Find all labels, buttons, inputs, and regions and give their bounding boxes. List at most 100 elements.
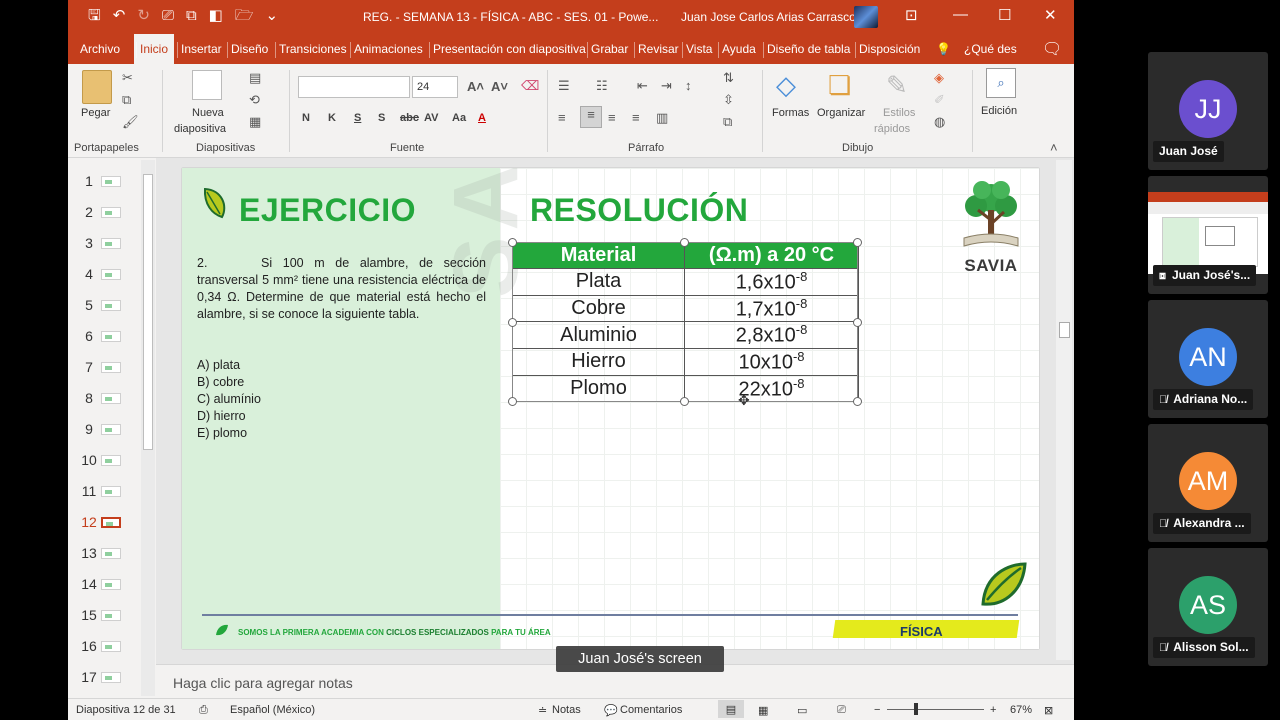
slideshow-view-icon[interactable]: ⎚ [837, 704, 846, 717]
tab-grabar[interactable]: Grabar [591, 42, 628, 56]
shapes-icon[interactable]: ◇ [776, 70, 796, 101]
customize-icon[interactable]: ⌄ [265, 7, 278, 25]
fill-icon[interactable]: ◈ [934, 70, 944, 86]
slide-thumbnail[interactable]: 4 [68, 264, 148, 284]
minimize-icon[interactable]: — [953, 6, 968, 23]
redo-icon[interactable]: ↻ [137, 7, 150, 25]
resize-handle[interactable] [853, 397, 862, 406]
slide-thumbnail[interactable]: 2 [68, 202, 148, 222]
tab--qué-des[interactable]: ¿Qué des [964, 42, 1017, 56]
text-direction-icon[interactable]: ⇅ [723, 70, 734, 86]
normal-view-icon[interactable]: ▤ [718, 700, 744, 718]
resize-handle[interactable] [508, 397, 517, 406]
slide-thumbnail[interactable]: 17 [68, 667, 148, 687]
slide-thumbnail[interactable]: 15 [68, 605, 148, 625]
participant-tile[interactable]: AN 🎙̸ Adriana No... [1148, 300, 1268, 418]
quick-styles-icon[interactable]: ✎ [886, 70, 908, 101]
slide-thumbnail[interactable]: 12 [68, 512, 148, 532]
font-button-6[interactable]: Aa [452, 112, 466, 124]
slide-canvas[interactable]: SAVIA EJERCICIO RESOLUCIÓN 2.Si 100 m de… [182, 168, 1039, 649]
font-button-2[interactable]: S [354, 112, 361, 124]
paste-icon[interactable] [82, 70, 112, 104]
align-center-icon[interactable]: ≡ [580, 106, 602, 128]
resize-handle[interactable] [853, 318, 862, 327]
align-right-icon[interactable]: ≡ [608, 110, 616, 125]
slide-thumbnail[interactable]: 8 [68, 388, 148, 408]
slide-thumbnail[interactable]: 7 [68, 357, 148, 377]
slide-thumbnail[interactable]: 14 [68, 574, 148, 594]
slide-preview[interactable] [101, 517, 121, 528]
layout-icon[interactable]: ▤ [249, 70, 261, 86]
smartart-icon[interactable]: ⧉ [723, 114, 732, 130]
slide-preview[interactable] [101, 300, 121, 311]
open-icon[interactable]: 🗁 [235, 7, 254, 25]
save-icon[interactable]: 🖫 [88, 7, 101, 25]
tab-presentación-con-diapositiva[interactable]: Presentación con diapositiva [433, 42, 586, 56]
tab-diseño-de-tabla[interactable]: Diseño de tabla [767, 42, 850, 56]
new-slide-icon[interactable] [192, 70, 222, 100]
slide-preview[interactable] [101, 548, 121, 559]
user-avatar[interactable] [854, 6, 878, 28]
shapes-button[interactable]: Formas [772, 107, 809, 119]
slide-thumbnail[interactable]: 1 [68, 171, 148, 191]
sorter-view-icon[interactable]: ▦ [758, 704, 768, 717]
resize-handle[interactable] [680, 238, 689, 247]
numbering-icon[interactable]: ☷ [596, 78, 608, 94]
screen-share-tile[interactable]: ⧈ Juan José's... [1148, 176, 1268, 294]
notes-button[interactable]: Notas [552, 704, 581, 716]
tab-disposición[interactable]: Disposición [859, 42, 920, 56]
cut-icon[interactable]: ✂ [122, 70, 133, 86]
zoom-out-icon[interactable]: − [874, 704, 880, 716]
comments-icon[interactable]: 💬 [604, 704, 618, 717]
zoom-in-icon[interactable]: + [990, 704, 996, 716]
close-icon[interactable]: ✕ [1044, 6, 1057, 24]
font-button-4[interactable]: abc [400, 112, 419, 124]
decrease-indent-icon[interactable]: ⇤ [637, 78, 648, 94]
resize-handle[interactable] [680, 397, 689, 406]
tab-transiciones[interactable]: Transiciones [279, 42, 347, 56]
editing-button[interactable]: Edición [981, 105, 1017, 117]
slide-preview[interactable] [101, 176, 121, 187]
maximize-icon[interactable]: ☐ [998, 6, 1011, 24]
slide-scrollbar[interactable] [1056, 160, 1072, 660]
justify-icon[interactable]: ≡ [632, 110, 640, 125]
layout-icon[interactable]: ◧ [209, 7, 223, 25]
user-name[interactable]: Juan Jose Carlos Arias Carrasco [681, 10, 856, 24]
paste-button[interactable]: Pegar [81, 107, 110, 119]
slide-preview[interactable] [101, 238, 121, 249]
participant-tile[interactable]: JJ Juan José [1148, 52, 1268, 170]
font-button-5[interactable]: AV [424, 112, 438, 124]
new-slide-label-1[interactable]: Nueva [192, 107, 224, 119]
slide-preview[interactable] [101, 455, 121, 466]
align-text-icon[interactable]: ⇳ [723, 92, 734, 108]
language-status[interactable]: Español (México) [230, 704, 315, 716]
format-painter-icon[interactable]: 🖌 [122, 114, 139, 130]
collapse-ribbon-icon[interactable]: ˄ [1050, 140, 1058, 155]
lightbulb-icon[interactable]: 💡 [936, 42, 951, 56]
tab-insertar[interactable]: Insertar [181, 42, 222, 56]
search-icon[interactable]: ⌕ [986, 68, 1016, 98]
slide-preview[interactable] [101, 207, 121, 218]
screenshot-icon[interactable]: ⧉ [186, 7, 197, 25]
tab-revisar[interactable]: Revisar [638, 42, 679, 56]
arrange-button[interactable]: Organizar [817, 107, 865, 119]
clear-format-icon[interactable]: ⌫ [521, 78, 539, 94]
zoom-slider[interactable] [887, 709, 984, 710]
font-button-0[interactable]: N [302, 112, 310, 124]
zoom-level[interactable]: 67% [1010, 704, 1032, 716]
participant-tile[interactable]: AS 🎙̸ Alisson Sol... [1148, 548, 1268, 666]
arrange-icon[interactable]: ❏ [828, 70, 851, 101]
slide-preview[interactable] [101, 269, 121, 280]
slide-thumbnail[interactable]: 9 [68, 419, 148, 439]
slide-thumbnail[interactable]: 5 [68, 295, 148, 315]
quick-styles-label-2[interactable]: rápidos [874, 123, 910, 135]
tab-inicio[interactable]: Inicio [134, 34, 175, 64]
ribbon-display-icon[interactable]: ⊡ [905, 6, 918, 24]
line-spacing-icon[interactable]: ↕ [685, 78, 692, 93]
undo-icon[interactable]: ↶ [113, 7, 126, 25]
slide-preview[interactable] [101, 486, 121, 497]
font-button-7[interactable]: A [478, 112, 486, 124]
comments-icon[interactable]: 🗨 [1042, 39, 1062, 59]
slide-preview[interactable] [101, 331, 121, 342]
resize-handle[interactable] [508, 318, 517, 327]
